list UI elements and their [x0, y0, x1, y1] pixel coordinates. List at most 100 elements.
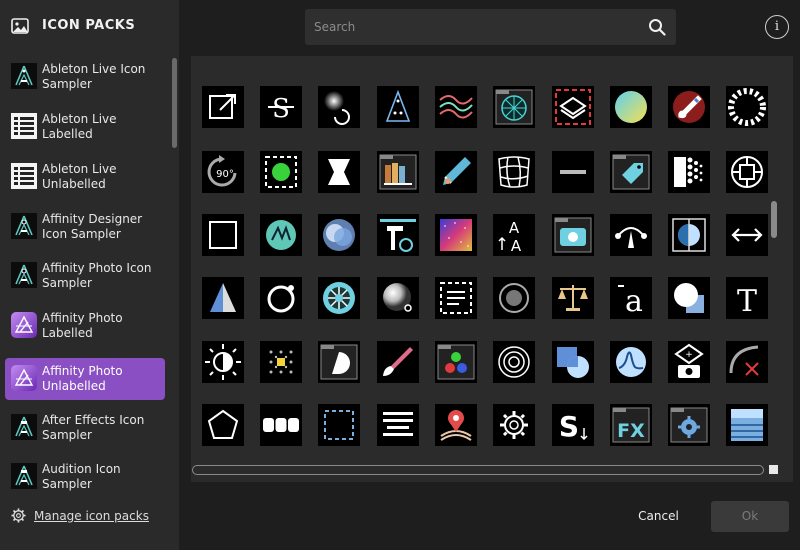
pack-item[interactable]: Ableton Live Icon Sampler: [5, 56, 165, 98]
icon-tile[interactable]: [552, 341, 594, 383]
pack-item[interactable]: Audition Icon Sampler: [5, 456, 165, 498]
icon-tile[interactable]: 90°: [202, 151, 244, 193]
icon-tile[interactable]: [377, 341, 419, 383]
icon-tile[interactable]: S: [260, 86, 302, 128]
icon-tile[interactable]: FX: [610, 404, 652, 446]
icon-tile[interactable]: [318, 341, 360, 383]
icon-tile[interactable]: [726, 151, 768, 193]
icon-tile[interactable]: [260, 277, 302, 319]
icon-tile[interactable]: [435, 214, 477, 256]
icon-tile[interactable]: [318, 214, 360, 256]
shape-pie-icon: [557, 347, 589, 378]
icon-tile[interactable]: [726, 404, 768, 446]
search-input[interactable]: [305, 9, 635, 45]
icon-tile[interactable]: [552, 214, 594, 256]
icon-tile[interactable]: [260, 341, 302, 383]
icon-tile[interactable]: [552, 151, 594, 193]
icon-tile[interactable]: [493, 151, 535, 193]
image-icon: [11, 18, 29, 34]
icon-tile[interactable]: [318, 151, 360, 193]
icon-tile[interactable]: T: [726, 277, 768, 319]
donut-circle-icon: [499, 283, 529, 313]
manage-icon-packs-link[interactable]: Manage icon packs: [11, 508, 149, 523]
icon-tile[interactable]: [260, 151, 302, 193]
icon-tile[interactable]: [668, 404, 710, 446]
icon-tile[interactable]: [318, 277, 360, 319]
icon-tile[interactable]: [202, 404, 244, 446]
pen-node-icon: [615, 227, 647, 248]
icon-grid-vertical-scrollbar[interactable]: [771, 201, 777, 238]
icon-tile[interactable]: [260, 214, 302, 256]
pack-item[interactable]: Affinity Photo Labelled: [5, 305, 165, 347]
icon-tile[interactable]: [318, 86, 360, 128]
pack-item[interactable]: Affinity Designer Icon Sampler: [5, 206, 165, 248]
icon-tile[interactable]: [435, 341, 477, 383]
icon-tile[interactable]: [493, 86, 535, 128]
icon-tile[interactable]: [377, 404, 419, 446]
icon-tile[interactable]: [435, 151, 477, 193]
glow-sphere-icon: [383, 283, 412, 312]
brush-icon: [383, 347, 413, 376]
pack-list-scrollbar[interactable]: [172, 58, 177, 148]
radial-wheel-icon: [323, 282, 355, 314]
icon-tile[interactable]: AA: [493, 214, 535, 256]
icon-tile[interactable]: [726, 341, 768, 383]
icon-pack-list[interactable]: Ableton Live Icon Sampler Ableton Live La…: [0, 56, 170, 500]
icon-tile[interactable]: [377, 86, 419, 128]
icon-tile[interactable]: [552, 86, 594, 128]
icon-tile[interactable]: [668, 151, 710, 193]
ok-button[interactable]: Ok: [711, 501, 789, 532]
library-folder-icon: [379, 154, 417, 190]
hammer-tool-icon: [380, 219, 416, 252]
icon-tile[interactable]: [552, 277, 594, 319]
icon-tile[interactable]: [610, 86, 652, 128]
halftone-icon: [674, 157, 703, 187]
icon-tile[interactable]: [377, 151, 419, 193]
icon-tile[interactable]: [260, 404, 302, 446]
svg-text:90°: 90°: [216, 169, 234, 180]
icon-tile[interactable]: a: [610, 277, 652, 319]
pentagon-icon: [207, 409, 239, 439]
icon-tile[interactable]: [493, 404, 535, 446]
triangle-badge-icon: [266, 220, 296, 250]
icon-tile[interactable]: [435, 404, 477, 446]
icon-tile[interactable]: [377, 277, 419, 319]
pack-item[interactable]: Affinity Photo Unlabelled: [5, 358, 165, 400]
svg-text:A: A: [509, 219, 520, 237]
info-button[interactable]: i: [765, 15, 789, 39]
icon-tile[interactable]: [610, 214, 652, 256]
character-a-icon: a: [618, 284, 643, 319]
pack-item[interactable]: After Effects Icon Sampler: [5, 407, 165, 449]
icon-tile[interactable]: S: [552, 404, 594, 446]
pack-item[interactable]: Ableton Live Labelled: [5, 106, 165, 148]
icon-tile[interactable]: [202, 277, 244, 319]
icon-browser: i S 90° AA a T + S FX Cancel Ok: [179, 0, 800, 550]
icon-tile[interactable]: [202, 86, 244, 128]
icon-tile[interactable]: [726, 86, 768, 128]
search-icon[interactable]: [648, 18, 666, 36]
dashed-document-icon: [440, 282, 472, 314]
gear-outline-icon: [500, 411, 528, 439]
icon-tile[interactable]: [318, 404, 360, 446]
icon-tile[interactable]: [668, 86, 710, 128]
icon-tile[interactable]: [726, 214, 768, 256]
dodge-brush-icon: [324, 91, 350, 125]
icon-tile[interactable]: [610, 151, 652, 193]
icon-tile[interactable]: [377, 214, 419, 256]
icon-tile[interactable]: [493, 341, 535, 383]
pack-item[interactable]: Affinity Photo Icon Sampler: [5, 255, 165, 297]
icon-tile[interactable]: +: [668, 341, 710, 383]
icon-tile[interactable]: [668, 277, 710, 319]
icon-tile[interactable]: [435, 277, 477, 319]
icon-tile[interactable]: [668, 214, 710, 256]
scales-icon: [558, 285, 588, 311]
icon-tile[interactable]: [610, 341, 652, 383]
icon-tile[interactable]: [435, 86, 477, 128]
icon-tile[interactable]: [202, 214, 244, 256]
pack-item[interactable]: Ableton Live Unlabelled: [5, 156, 165, 198]
cancel-button[interactable]: Cancel: [631, 503, 686, 529]
pack-thumbnail-icon: [11, 365, 37, 391]
icon-grid-horizontal-scrollbar[interactable]: [192, 465, 764, 475]
icon-tile[interactable]: [493, 277, 535, 319]
icon-tile[interactable]: [202, 341, 244, 383]
